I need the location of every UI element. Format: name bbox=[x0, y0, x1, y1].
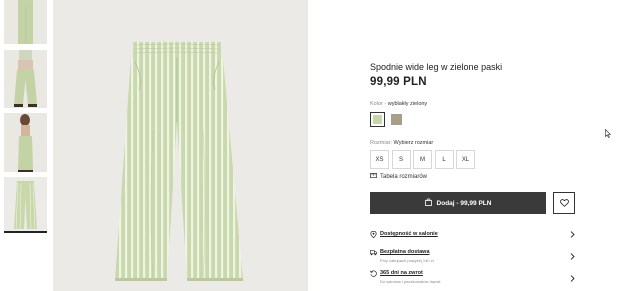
service-subtitle: Przy zakupach powyżej 140 zł bbox=[380, 258, 434, 263]
heart-icon bbox=[559, 194, 569, 212]
product-details: Spodnie wide leg w zielone paski 99,99 P… bbox=[370, 0, 580, 291]
ruler-icon bbox=[370, 173, 377, 180]
color-label-row: Kolor - wyblakły zielony bbox=[370, 101, 427, 107]
product-main-image[interactable] bbox=[53, 0, 308, 291]
add-to-cart-button[interactable]: Dodaj - 99,99 PLN bbox=[370, 192, 546, 214]
truck-icon bbox=[370, 249, 377, 256]
add-to-wishlist-button[interactable] bbox=[553, 192, 575, 214]
size-option-xl[interactable]: XL bbox=[456, 150, 475, 169]
size-option-s[interactable]: S bbox=[391, 150, 411, 169]
size-option-m[interactable]: M bbox=[413, 150, 432, 169]
swatch-fill bbox=[373, 115, 382, 124]
size-separator: : bbox=[390, 140, 393, 146]
shopping-bag-icon bbox=[424, 198, 432, 208]
service-title: Dostępność w salonie bbox=[380, 231, 438, 237]
service-free-delivery[interactable]: Bezpłatna dostawa Przy zakupach powyżej … bbox=[370, 249, 580, 267]
size-label: Rozmiar bbox=[370, 140, 391, 146]
color-swatch-beige[interactable] bbox=[389, 112, 404, 127]
add-to-cart-label: Dodaj - 99,99 PLN bbox=[436, 199, 492, 207]
size-table-label: Tabela rozmiarów bbox=[380, 173, 428, 180]
color-value: wyblakły zielony bbox=[387, 101, 428, 107]
chevron-right-icon bbox=[570, 253, 575, 260]
color-label: Kolor bbox=[370, 101, 383, 107]
service-title: Bezpłatna dostawa bbox=[380, 249, 430, 255]
size-option-xs[interactable]: XS bbox=[370, 150, 389, 169]
mouse-cursor-icon bbox=[605, 129, 611, 138]
pin-icon bbox=[370, 231, 377, 238]
thumbnail-flat-front[interactable] bbox=[4, 177, 47, 233]
size-table-link[interactable]: Tabela rozmiarów bbox=[370, 173, 427, 180]
size-label-row: Rozmiar: Wybierz rozmiar bbox=[370, 140, 433, 146]
size-option-l[interactable]: L bbox=[434, 150, 454, 169]
chevron-right-icon bbox=[570, 231, 575, 238]
service-365-days-return[interactable]: 365 dni na zwrot Do salonów i paczkomató… bbox=[370, 270, 580, 288]
thumbnail-list bbox=[0, 0, 52, 291]
thumbnail-worn-side[interactable] bbox=[4, 113, 47, 172]
product-title: Spodnie wide leg w zielone paski bbox=[370, 62, 503, 72]
service-store-availability[interactable]: Dostępność w salonie bbox=[370, 231, 580, 249]
size-value: Wybierz rozmiar bbox=[393, 140, 434, 146]
color-swatch-green[interactable] bbox=[370, 112, 385, 127]
return-icon bbox=[370, 270, 377, 277]
thumbnail-back-view[interactable] bbox=[4, 0, 47, 44]
product-price: 99,99 PLN bbox=[370, 76, 427, 88]
service-subtitle: Do salonów i paczkomatów Inpost bbox=[380, 279, 441, 284]
color-separator: - bbox=[384, 101, 387, 107]
service-title: 365 dni na zwrot bbox=[380, 270, 423, 276]
swatch-fill bbox=[391, 114, 402, 125]
chevron-right-icon bbox=[570, 275, 575, 282]
thumbnail-worn-front[interactable] bbox=[4, 50, 47, 108]
